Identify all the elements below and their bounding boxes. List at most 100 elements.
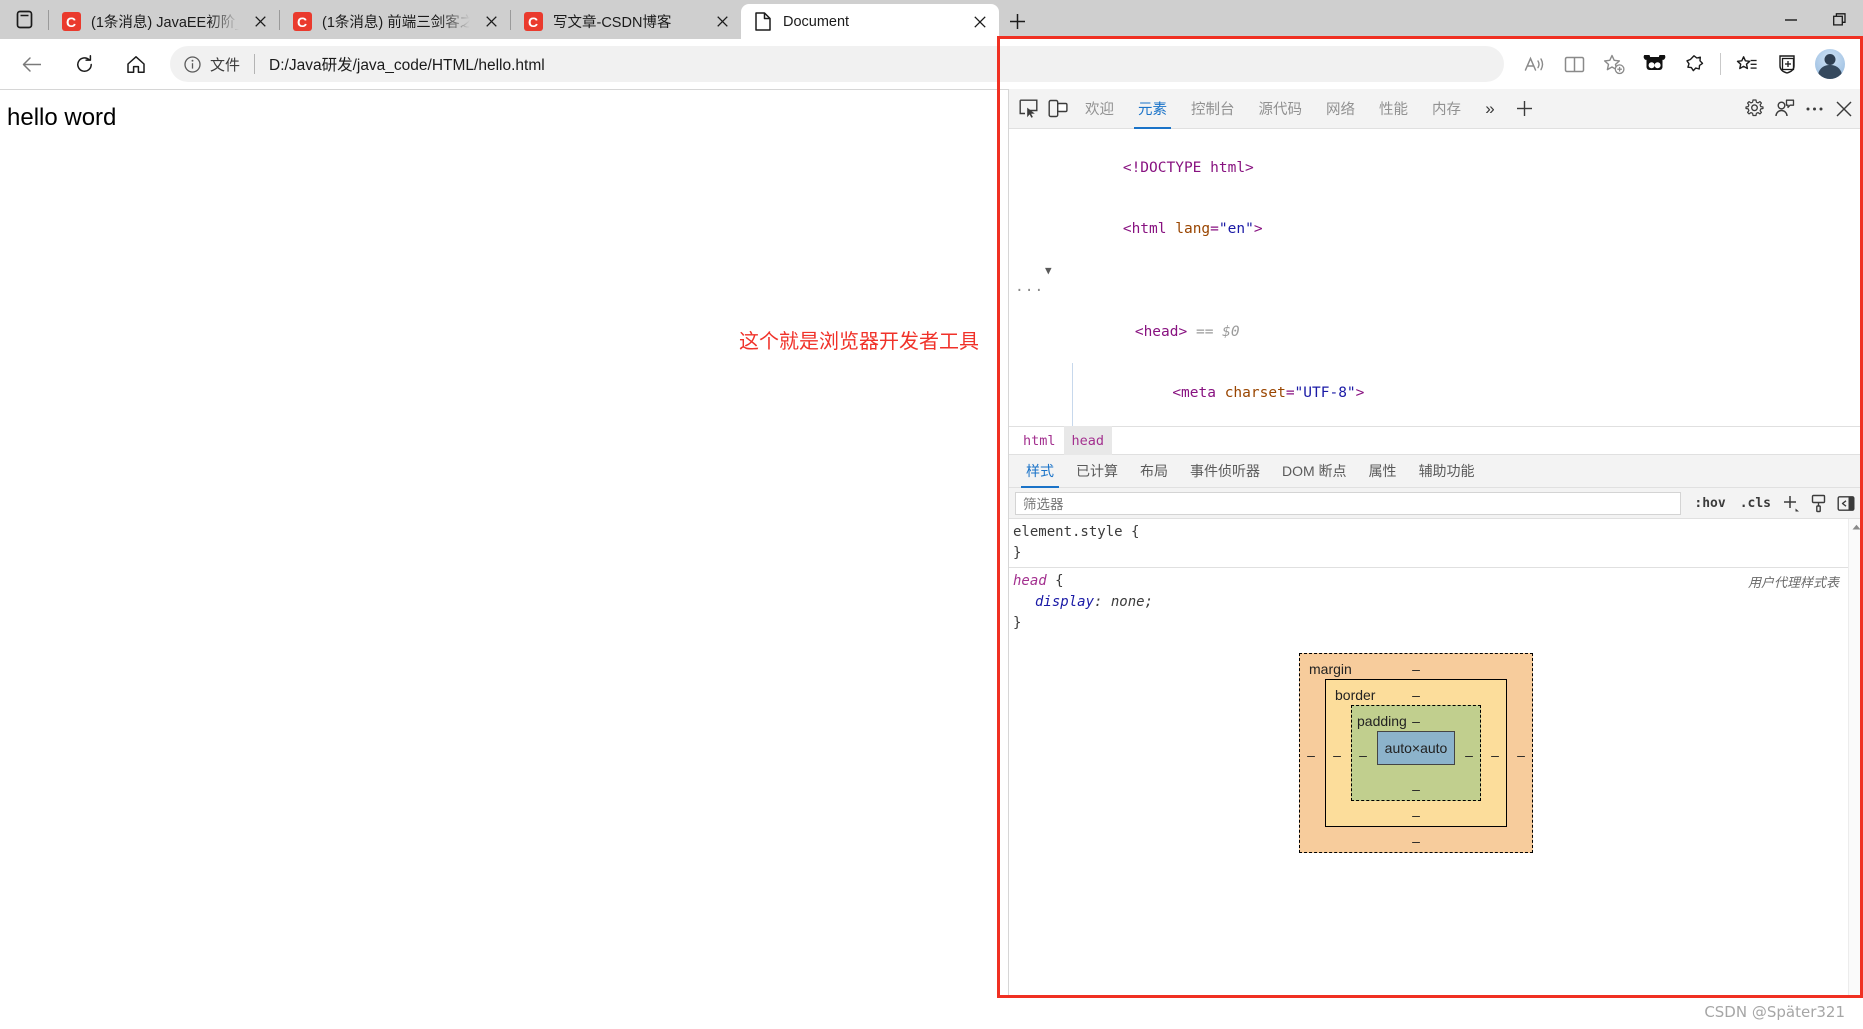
chevron-down-icon[interactable]: ▼ [1045, 261, 1052, 282]
split-screen-button[interactable] [1634, 44, 1674, 84]
toggle-sidebar-button[interactable] [1832, 490, 1859, 516]
tag-name: html [1132, 221, 1167, 237]
info-circle-icon[interactable] [184, 56, 201, 73]
minimize-button[interactable] [1767, 0, 1815, 39]
breadcrumb-item-head[interactable]: head [1064, 426, 1113, 455]
browser-tab[interactable]: C (1条消息) 前端三剑客之 HTML - ... [280, 4, 510, 39]
dom-line-doctype[interactable]: <!DOCTYPE html> [1009, 137, 1863, 199]
styles-filter-input[interactable]: 筛选器 [1015, 492, 1681, 515]
address-bar[interactable]: 文件 D:/Java研发/java_code/HTML/hello.html [170, 46, 1504, 82]
subtab-properties[interactable]: 属性 [1358, 455, 1408, 488]
box-model-margin-right-value[interactable]: – [1513, 745, 1529, 766]
box-model-border-top-value[interactable]: – [1405, 685, 1427, 706]
restore-button[interactable] [1815, 0, 1863, 39]
style-declaration[interactable]: display: none; [1013, 592, 1863, 613]
add-favorite-button[interactable] [1594, 44, 1634, 84]
inspect-element-button[interactable] [1013, 94, 1043, 124]
browser-tab-active[interactable]: Document [741, 4, 999, 39]
browser-tab[interactable]: C 写文章-CSDN博客 [511, 4, 741, 39]
devtools-tab-welcome[interactable]: 欢迎 [1073, 89, 1126, 129]
annotation-text: 这个就是浏览器开发者工具 [739, 325, 979, 354]
force-state-button[interactable]: :hov [1687, 491, 1732, 515]
subtab-computed[interactable]: 已计算 [1065, 455, 1129, 488]
styles-rules-pane[interactable]: element.style { } head { 用户代理样式表 display… [1009, 519, 1863, 998]
devtools-tab-sources[interactable]: 源代码 [1247, 89, 1315, 129]
element-classes-button[interactable]: .cls [1733, 491, 1778, 515]
style-rule-head-ua[interactable]: head { 用户代理样式表 display: none; } [1009, 567, 1863, 637]
tab-label: 网络 [1326, 98, 1355, 119]
tab-close-button[interactable] [247, 9, 273, 35]
box-model-border-bottom-value[interactable]: – [1405, 805, 1427, 826]
favorites-button[interactable] [1727, 44, 1767, 84]
back-arrow-icon [22, 56, 42, 73]
add-panel-button[interactable] [1507, 94, 1541, 124]
home-button[interactable] [116, 44, 156, 84]
breadcrumb-label: html [1023, 433, 1056, 449]
devtools-tab-performance[interactable]: 性能 [1367, 89, 1420, 129]
subtab-dom-breakpoints[interactable]: DOM 断点 [1271, 455, 1358, 488]
read-aloud-button[interactable] [1514, 44, 1554, 84]
tab-close-button[interactable] [967, 9, 993, 35]
profile-avatar[interactable] [1815, 49, 1845, 79]
devtools-settings-button[interactable] [1739, 94, 1769, 124]
devtools-tab-elements[interactable]: 元素 [1126, 89, 1179, 129]
subtab-styles[interactable]: 样式 [1015, 455, 1065, 488]
subtab-label: 属性 [1369, 461, 1397, 481]
dom-tree[interactable]: <!DOCTYPE html> <html lang="en"> ··· ▼ <… [1009, 129, 1863, 426]
devtools-close-button[interactable] [1829, 94, 1859, 124]
watermark-text: CSDN @Später321 [1704, 1003, 1845, 1021]
breadcrumb-item-html[interactable]: html [1015, 426, 1064, 455]
box-model-margin-left-value[interactable]: – [1303, 745, 1319, 766]
styles-scrollbar[interactable] [1848, 519, 1863, 998]
tab-strip: C (1条消息) JavaEE初阶_Dark And ... C (1条消息) … [0, 0, 1863, 39]
device-emulation-button[interactable] [1043, 94, 1073, 124]
tab-label: 性能 [1379, 98, 1408, 119]
dom-line-meta-compat[interactable]: <meta http-equiv="X-UA-Compatible" conte… [1009, 424, 1863, 426]
dom-line-head-open[interactable]: ··· ▼ <head> == $0 [1009, 260, 1863, 363]
back-button[interactable] [12, 44, 52, 84]
box-model-padding-left-value[interactable]: – [1355, 745, 1371, 766]
browser-essentials-button[interactable] [1767, 44, 1807, 84]
tab-close-button[interactable] [709, 9, 735, 35]
style-rule-element-style[interactable]: element.style { } [1009, 519, 1863, 567]
immersive-reader-button[interactable] [1554, 44, 1594, 84]
reload-button[interactable] [64, 44, 104, 84]
scrollbar-up-arrow[interactable] [1849, 519, 1863, 535]
box-model-border-left-value[interactable]: – [1329, 745, 1345, 766]
box-model-diagram[interactable]: margin – – – – border – – – – padding – … [1299, 653, 1533, 853]
box-model-border-right-value[interactable]: – [1487, 745, 1503, 766]
collections-button[interactable] [1674, 44, 1714, 84]
dom-line-html-open[interactable]: <html lang="en"> [1009, 199, 1863, 261]
box-model-margin-top-value[interactable]: – [1405, 659, 1427, 680]
box-model-padding-bottom-value[interactable]: – [1405, 779, 1427, 800]
devtools-tab-network[interactable]: 网络 [1314, 89, 1367, 129]
favicon-letter: C [524, 12, 543, 31]
devtools-tab-console[interactable]: 控制台 [1179, 89, 1247, 129]
subtab-accessibility[interactable]: 辅助功能 [1408, 455, 1486, 488]
more-tabs-button[interactable]: » [1473, 94, 1507, 124]
collapsed-ellipsis-icon[interactable]: ··· [1015, 281, 1044, 302]
attr-name: lang [1175, 221, 1210, 237]
dom-line-meta-charset[interactable]: <meta charset="UTF-8"> [1009, 363, 1863, 425]
new-style-rule-button[interactable] [1778, 490, 1805, 516]
computed-styles-pin-button[interactable] [1805, 490, 1832, 516]
devtools-more-button[interactable] [1799, 94, 1829, 124]
cls-label: .cls [1740, 496, 1771, 511]
more-options-icon [1805, 106, 1824, 112]
breadcrumb-label: head [1072, 433, 1105, 449]
new-tab-button[interactable] [999, 4, 1035, 39]
tab-close-button[interactable] [478, 9, 504, 35]
subtab-layout[interactable]: 布局 [1129, 455, 1179, 488]
subtab-event-listeners[interactable]: 事件侦听器 [1179, 455, 1271, 488]
box-model-content[interactable]: auto×auto [1377, 731, 1455, 765]
devtools-tab-memory[interactable]: 内存 [1420, 89, 1473, 129]
browser-tab[interactable]: C (1条消息) JavaEE初阶_Dark And ... [49, 4, 279, 39]
chevron-up-icon [1852, 524, 1861, 530]
box-model-margin-bottom-value[interactable]: – [1405, 831, 1427, 852]
tab-search-button[interactable] [0, 0, 48, 39]
box-model-padding-right-value[interactable]: – [1461, 745, 1477, 766]
box-model-padding-top-value[interactable]: – [1405, 711, 1427, 732]
feedback-icon [1774, 99, 1795, 118]
styles-filter-bar: 筛选器 :hov .cls [1009, 488, 1863, 519]
devtools-feedback-button[interactable] [1769, 94, 1799, 124]
